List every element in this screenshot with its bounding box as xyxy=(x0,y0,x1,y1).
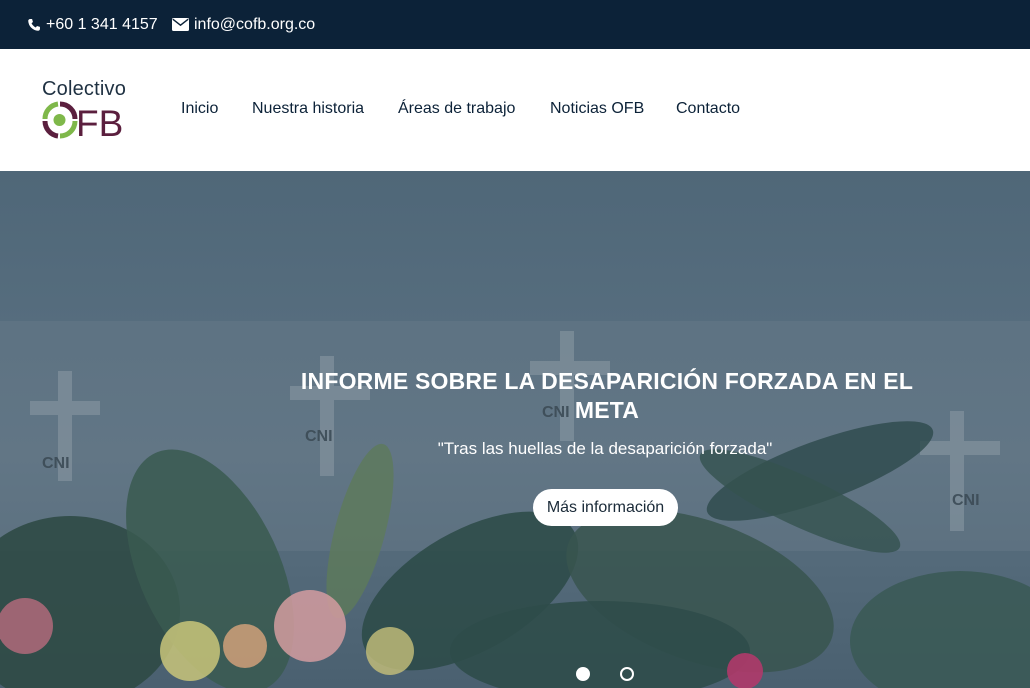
nav-areas-de-trabajo[interactable]: Áreas de trabajo xyxy=(398,100,515,120)
more-info-button[interactable]: Más información xyxy=(533,489,678,526)
art-label-cni-4: CNI xyxy=(952,492,980,509)
slider-dot-2[interactable] xyxy=(620,667,634,681)
phone-number: +60 1 341 4157 xyxy=(46,15,158,33)
nav-inicio[interactable]: Inicio xyxy=(181,100,218,120)
logo-ring-icon xyxy=(42,101,78,139)
phone-icon xyxy=(28,18,40,31)
logo-letters: FB xyxy=(76,103,123,140)
nav-noticias-ofb[interactable]: Noticias OFB xyxy=(550,100,644,120)
nav-nuestra-historia[interactable]: Nuestra historia xyxy=(252,100,364,120)
phone-link[interactable]: +60 1 341 4157 xyxy=(27,0,158,49)
hero-slider: CNI CNI CNI CNI INFORME SOBRE LA DESAPAR… xyxy=(0,171,1030,688)
hero-title: INFORME SOBRE LA DESAPARICIÓN FORZADA EN… xyxy=(300,368,914,423)
hero-background-illustration: CNI CNI CNI CNI xyxy=(0,321,1030,688)
logo-mark: FB xyxy=(42,101,123,140)
art-label-cni-1: CNI xyxy=(42,455,70,472)
top-contact-bar: +60 1 341 4157 info@cofb.org.co xyxy=(0,0,1030,49)
logo-word: Colectivo xyxy=(42,78,127,100)
site-logo[interactable]: Colectivo FB xyxy=(42,78,137,142)
nav-contacto[interactable]: Contacto xyxy=(676,100,740,120)
email-link[interactable]: info@cofb.org.co xyxy=(172,0,315,49)
envelope-icon xyxy=(172,18,189,31)
hero-subtitle: "Tras las huellas de la desaparición for… xyxy=(437,439,773,458)
email-address: info@cofb.org.co xyxy=(194,15,316,33)
slider-dot-1[interactable] xyxy=(576,667,590,681)
